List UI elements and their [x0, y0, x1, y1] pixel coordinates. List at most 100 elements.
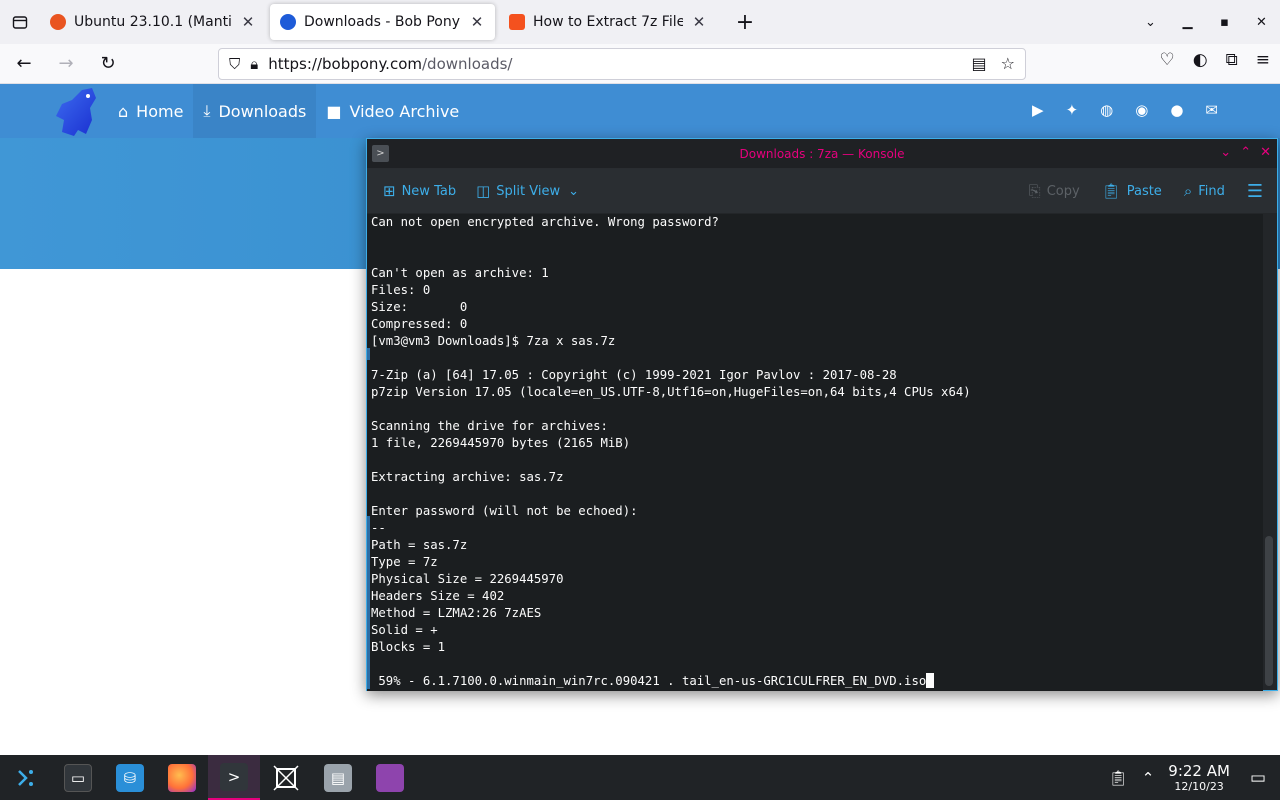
bobpony-logo[interactable]	[52, 86, 100, 138]
site-nav-downloads[interactable]: ⤓ Downloads	[193, 84, 317, 138]
chevron-up-icon[interactable]: ⌃	[1240, 145, 1251, 160]
site-nav-video-archive[interactable]: ■ Video Archive	[316, 84, 469, 138]
reload-icon: ↻	[100, 53, 116, 74]
close-window-icon[interactable]: ✕	[1243, 15, 1280, 30]
youtube-icon[interactable]: ▶	[1032, 101, 1044, 119]
terminal-app-icon: >	[372, 145, 389, 162]
site-header: ⌂ Home ⤓ Downloads ■ Video Archive ▶ ✦ ◍…	[0, 84, 1280, 138]
shield-icon[interactable]: ⛉	[229, 55, 240, 73]
taskbar-konsole[interactable]: >	[208, 755, 260, 800]
progress-line: 59% - 6.1.7100.0.winmain_win7rc.090421 .…	[371, 674, 927, 688]
tab-overflow-chevron-icon[interactable]: ⌄	[1132, 15, 1169, 30]
split-view-label: Split View	[496, 183, 561, 199]
tab-title: How to Extract 7z Files in Linux	[533, 14, 683, 30]
url-host: https://bobpony.com	[268, 55, 422, 73]
taskbar: ▭ ⛁ > ▤ 📋︎ ⌃ 9:22 AM 12/10/23 ▭	[0, 755, 1280, 800]
konsole-toolbar: ⊞ New Tab ◫ Split View ⌄ ⎘ Copy 📋︎ Paste…	[367, 169, 1277, 213]
konsole-title: Downloads : 7za — Konsole	[739, 146, 905, 161]
tab-close-icon[interactable]: ✕	[240, 13, 256, 31]
taskbar-file-manager[interactable]	[364, 755, 416, 800]
menu-icon[interactable]: ≡	[1256, 50, 1270, 70]
pony-logo-icon	[56, 88, 96, 136]
tab-close-icon[interactable]: ✕	[469, 13, 485, 31]
terminal-output[interactable]: Can not open encrypted archive. Wrong pa…	[367, 214, 1263, 691]
mastodon-icon[interactable]: ◍	[1100, 101, 1113, 119]
taskbar-scanner[interactable]: ▤	[312, 755, 364, 800]
konsole-titlebar[interactable]: > Downloads : 7za — Konsole ⌄ ⌃ ✕	[367, 139, 1277, 169]
browser-navbar: ← → ↻ ⛉ 🔒︎ https://bobpony.com/downloads…	[0, 44, 1280, 84]
copy-icon: ⎘	[1028, 182, 1041, 200]
scrollbar-thumb[interactable]	[1265, 536, 1273, 686]
arrow-left-icon: ←	[16, 53, 32, 74]
copy-button[interactable]: ⎘ Copy	[1029, 182, 1080, 200]
tab-list-button[interactable]	[0, 0, 40, 44]
site-nav-home[interactable]: ⌂ Home	[108, 84, 193, 138]
browser-tab-7z-article[interactable]: How to Extract 7z Files in Linux ✕	[499, 4, 717, 40]
reload-button[interactable]: ↻	[90, 48, 126, 80]
clock[interactable]: 9:22 AM 12/10/23	[1168, 762, 1230, 793]
discord-icon[interactable]: ◉	[1135, 101, 1148, 119]
account-icon[interactable]: ◐	[1193, 50, 1208, 70]
new-tab-button[interactable]: ⊞ New Tab	[383, 182, 456, 200]
taskbar-system-monitor[interactable]: ▭	[52, 755, 104, 800]
forward-button[interactable]: →	[48, 48, 84, 80]
download-icon: ⤓	[203, 101, 211, 120]
site-nav-label: Video Archive	[349, 101, 460, 121]
maximize-icon[interactable]: ▪	[1206, 15, 1243, 30]
pocket-icon[interactable]: ♡	[1160, 50, 1175, 70]
extensions-icon[interactable]: ⧉	[1226, 50, 1238, 70]
twitter-icon[interactable]: ✦	[1066, 101, 1079, 119]
new-tab-label: New Tab	[401, 183, 457, 199]
text-cursor	[926, 673, 935, 688]
terminal-text: Can not open encrypted archive. Wrong pa…	[371, 215, 971, 654]
split-view-icon: ◫	[476, 182, 491, 200]
chevron-down-icon: ⌄	[568, 183, 579, 199]
clipboard-icon[interactable]: 📋︎	[1109, 769, 1128, 787]
url-path: /downloads/	[422, 55, 513, 73]
split-view-button[interactable]: ◫ Split View ⌄	[476, 182, 579, 200]
window-controls: ⌄ ▁ ▪ ✕	[1132, 0, 1280, 44]
copy-label: Copy	[1046, 183, 1080, 199]
show-desktop-icon[interactable]: ▭	[1250, 768, 1266, 788]
app-launcher-button[interactable]	[0, 755, 52, 800]
firefox-icon	[168, 763, 196, 792]
site-nav-label: Home	[136, 101, 184, 121]
taskbar-discover[interactable]: ⛁	[104, 755, 156, 800]
fedora-launcher-icon	[18, 769, 33, 786]
new-tab-button[interactable]: +	[727, 10, 763, 35]
tab-title: Ubuntu 23.10.1 (Mantic Minotaur)	[74, 14, 232, 30]
paste-icon: 📋︎	[1101, 182, 1121, 200]
tray-expand-chevron-icon[interactable]: ⌃	[1142, 769, 1155, 787]
taskbar-firefox[interactable]	[156, 755, 208, 800]
paste-button[interactable]: 📋︎ Paste	[1102, 182, 1162, 200]
konsole-icon: >	[220, 762, 248, 791]
url-bar[interactable]: ⛉ 🔒︎ https://bobpony.com/downloads/ ▤ ☆	[218, 48, 1026, 80]
new-tab-icon: ⊞	[383, 182, 396, 200]
system-tray: 📋︎ ⌃ 9:22 AM 12/10/23 ▭	[1109, 755, 1280, 800]
tab-title: Downloads - Bob Pony	[304, 14, 461, 30]
browser-tab-ubuntu[interactable]: Ubuntu 23.10.1 (Mantic Minotaur) ✕	[40, 4, 266, 40]
arrow-right-icon: →	[58, 53, 74, 74]
find-label: Find	[1198, 183, 1225, 199]
clock-date: 12/10/23	[1174, 780, 1224, 793]
tab-close-icon[interactable]: ✕	[691, 13, 707, 31]
minimize-icon[interactable]: ▁	[1169, 15, 1206, 30]
find-button[interactable]: ⌕ Find	[1184, 182, 1225, 200]
taskbar-spectacle[interactable]	[260, 755, 312, 800]
system-monitor-icon: ▭	[64, 763, 92, 792]
email-icon[interactable]: ✉	[1205, 101, 1218, 119]
browser-tab-downloads[interactable]: Downloads - Bob Pony ✕	[270, 4, 495, 40]
paste-label: Paste	[1126, 183, 1162, 199]
back-button[interactable]: ←	[6, 48, 42, 80]
chevron-down-icon[interactable]: ⌄	[1220, 145, 1231, 160]
bookmark-star-icon[interactable]: ☆	[1001, 54, 1015, 73]
lock-icon[interactable]: 🔒︎	[250, 55, 258, 73]
hamburger-menu-icon[interactable]: ☰	[1247, 181, 1263, 202]
reader-view-icon[interactable]: ▤	[972, 54, 987, 73]
scanner-icon: ▤	[324, 763, 352, 792]
search-icon: ⌕	[1183, 182, 1193, 200]
close-icon[interactable]: ✕	[1260, 145, 1271, 160]
github-icon[interactable]: ●	[1170, 101, 1183, 119]
screenshot-tool-icon	[273, 764, 299, 791]
terminal-scrollbar[interactable]	[1265, 214, 1273, 691]
